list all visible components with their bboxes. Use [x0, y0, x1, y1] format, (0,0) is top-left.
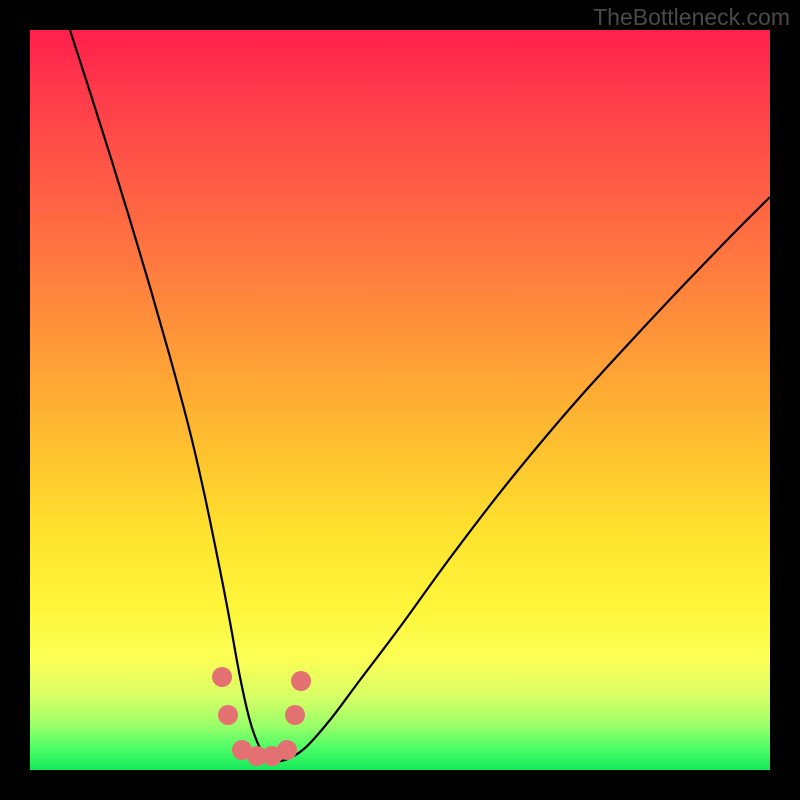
chart-frame: TheBottleneck.com: [0, 0, 800, 800]
chart-svg: [30, 30, 770, 770]
highlight-dot: [212, 667, 232, 687]
attribution-text: TheBottleneck.com: [593, 4, 790, 31]
highlight-dot: [218, 705, 238, 725]
highlight-dot: [277, 740, 297, 760]
highlight-dot: [285, 705, 305, 725]
plot-area: [30, 30, 770, 770]
highlight-markers: [212, 667, 311, 766]
highlight-dot: [291, 671, 311, 691]
bottleneck-curve: [70, 30, 770, 762]
